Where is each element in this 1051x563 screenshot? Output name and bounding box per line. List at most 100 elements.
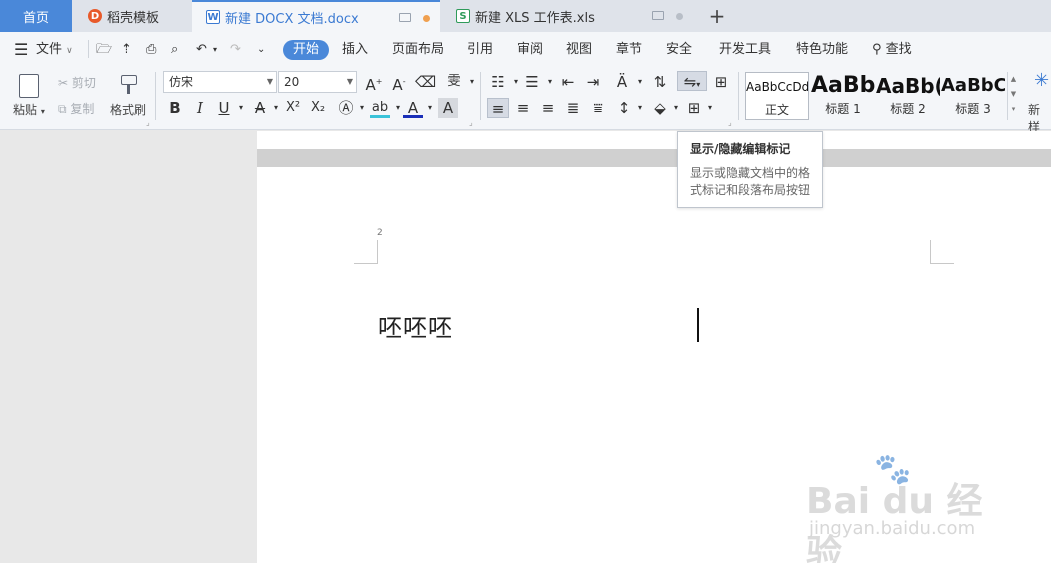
- undo-icon[interactable]: ↶: [196, 40, 207, 60]
- styles-scroll[interactable]: ▲ ▼ ▾: [1007, 72, 1019, 120]
- tab-float-window-icon[interactable]: [652, 11, 664, 20]
- paragraph-group-launcher-icon[interactable]: ⌟: [728, 118, 732, 127]
- format-painter-icon[interactable]: [119, 72, 139, 96]
- tab-developer-tools[interactable]: 开发工具: [719, 40, 771, 60]
- copy-button[interactable]: ⧉ 复制: [58, 100, 94, 117]
- tooltip-show-hide-marks: 显示/隐藏编辑标记 显示或隐藏文档中的格式标记和段落布局按钮: [677, 131, 823, 208]
- style-heading-1[interactable]: AaBb 标题 1: [811, 72, 875, 120]
- unsaved-indicator-icon[interactable]: [423, 15, 430, 22]
- cut-button[interactable]: ✂ 剪切: [58, 74, 96, 91]
- font-size-select[interactable]: 20 ▼: [278, 71, 357, 93]
- tab-home[interactable]: 首页: [0, 0, 72, 32]
- align-right-icon[interactable]: ≡: [538, 98, 558, 118]
- font-size-value: 20: [284, 75, 300, 89]
- previous-page-bottom: [257, 131, 1051, 149]
- tab-chapter[interactable]: 章节: [616, 40, 642, 60]
- paste-button[interactable]: [16, 72, 42, 100]
- search-command[interactable]: ⚲ 查找: [872, 40, 912, 60]
- hamburger-menu-icon[interactable]: ☰: [14, 40, 28, 60]
- writer-doc-icon: W: [206, 10, 220, 24]
- print-preview-icon[interactable]: ⌕: [171, 40, 178, 60]
- superscript-icon[interactable]: X²: [283, 98, 303, 118]
- print-icon[interactable]: ⎙: [146, 40, 156, 60]
- chevron-down-icon[interactable]: ▾: [540, 72, 560, 92]
- chevron-down-icon: ▼: [266, 77, 273, 86]
- sort-icon[interactable]: ⇅: [650, 72, 670, 92]
- text-direction-icon[interactable]: Ä: [612, 72, 632, 92]
- style-sample: AaBbC(: [941, 75, 1005, 96]
- tab-review[interactable]: 审阅: [517, 40, 543, 60]
- bold-icon[interactable]: B: [165, 98, 185, 118]
- chevron-down-icon[interactable]: ▾: [666, 98, 686, 118]
- customize-toolbar-icon[interactable]: ⌄: [257, 40, 265, 60]
- show-hide-marks-button[interactable]: ⇋▾: [677, 71, 707, 91]
- cloud-save-icon[interactable]: ⇡: [121, 40, 132, 60]
- tab-insert[interactable]: 插入: [342, 40, 368, 60]
- shrink-font-icon[interactable]: A-: [389, 72, 409, 94]
- chevron-down-icon[interactable]: ▾: [630, 98, 650, 118]
- document-body-text[interactable]: 呸呸呸: [378, 308, 453, 343]
- style-heading-2[interactable]: AaBb( 标题 2: [876, 72, 940, 120]
- phonetic-guide-icon[interactable]: 雯: [444, 72, 464, 92]
- numbered-list-icon[interactable]: ☰: [522, 72, 542, 92]
- bullet-list-icon[interactable]: ☷: [488, 72, 508, 92]
- tab-home-label: 首页: [22, 10, 49, 26]
- menu-bar: ☰ 文件 ∨ 🗁 ⇡ ⎙ ⌕ ↶ ▾ ↷ ⌄ 开始 插入 页面布局 引用 审阅 …: [0, 32, 1051, 66]
- new-style-icon[interactable]: ✳: [1034, 70, 1049, 91]
- toolbar-divider: [88, 40, 89, 58]
- distributed-align-icon[interactable]: ⩸: [588, 98, 608, 118]
- menu-file[interactable]: 文件 ∨: [36, 40, 73, 60]
- decrease-indent-icon[interactable]: ⇤: [558, 72, 578, 92]
- chevron-down-icon[interactable]: ▾: [630, 72, 650, 92]
- title-tab-bar: 首页 D 稻壳模板 W 新建 DOCX 文档.docx S 新建 XLS 工作表…: [0, 0, 1051, 32]
- format-painter-button[interactable]: 格式刷: [110, 101, 146, 118]
- tab-start-label: 开始: [293, 42, 320, 57]
- chevron-down-icon[interactable]: ▾: [462, 72, 482, 92]
- copy-icon: ⧉: [58, 102, 67, 116]
- chevron-down-icon[interactable]: ▾: [231, 98, 251, 118]
- tab-references[interactable]: 引用: [467, 40, 493, 60]
- chevron-down-icon[interactable]: ▾: [420, 98, 440, 118]
- italic-icon[interactable]: I: [190, 98, 210, 118]
- style-heading-3[interactable]: AaBbC( 标题 3: [941, 72, 1005, 120]
- search-label: 查找: [885, 42, 912, 57]
- chevron-down-icon: ▼: [346, 77, 353, 86]
- font-name-select[interactable]: 仿宋 ▼: [163, 71, 277, 93]
- chevron-down-icon: ∨: [66, 46, 73, 56]
- style-normal[interactable]: AaBbCcDd 正文: [745, 72, 809, 120]
- tab-daoke-templates[interactable]: D 稻壳模板: [74, 0, 190, 32]
- close-dot-icon[interactable]: [676, 13, 683, 20]
- tab-page-layout[interactable]: 页面布局: [392, 40, 444, 60]
- highlight-icon[interactable]: ab: [370, 98, 390, 118]
- new-tab-button[interactable]: +: [702, 0, 732, 32]
- redo-icon[interactable]: ↷: [230, 40, 241, 60]
- tab-xls-spreadsheet[interactable]: S 新建 XLS 工作表.xls: [442, 0, 696, 32]
- new-style-button[interactable]: 新样: [1028, 101, 1051, 135]
- grow-font-icon[interactable]: A+: [364, 72, 384, 94]
- tab-float-window-icon[interactable]: [399, 13, 411, 22]
- chevron-down-icon[interactable]: ▾: [352, 98, 372, 118]
- font-group-launcher-icon[interactable]: ⌟: [469, 118, 473, 127]
- align-center-icon[interactable]: ≡: [513, 98, 533, 118]
- tab-start[interactable]: 开始: [283, 40, 330, 60]
- align-left-icon[interactable]: ≡: [487, 98, 509, 118]
- table-grid-icon[interactable]: ⊞: [711, 72, 731, 92]
- open-folder-icon[interactable]: 🗁: [96, 40, 112, 60]
- clear-format-icon[interactable]: ⌫: [415, 72, 436, 92]
- char-shading-icon[interactable]: A: [438, 98, 458, 118]
- tab-security[interactable]: 安全: [666, 40, 692, 60]
- undo-dropdown-icon[interactable]: ▾: [213, 40, 217, 60]
- chevron-down-icon[interactable]: ▾: [700, 98, 720, 118]
- clipboard-group-launcher-icon[interactable]: ⌟: [146, 118, 150, 127]
- tab-view[interactable]: 视图: [566, 40, 592, 60]
- subscript-icon[interactable]: X₂: [308, 98, 328, 118]
- tab-special-features[interactable]: 特色功能: [796, 40, 848, 60]
- justify-icon[interactable]: ≣: [563, 98, 583, 118]
- tab-docx-document[interactable]: W 新建 DOCX 文档.docx: [192, 0, 440, 32]
- search-icon: ⚲: [872, 42, 882, 57]
- copy-label: 复制: [70, 102, 95, 116]
- font-name-value: 仿宋: [169, 75, 194, 89]
- increase-indent-icon[interactable]: ⇥: [583, 72, 603, 92]
- style-sample: AaBb(: [876, 74, 940, 98]
- paste-label-wrap[interactable]: 粘贴 ▾: [13, 101, 45, 118]
